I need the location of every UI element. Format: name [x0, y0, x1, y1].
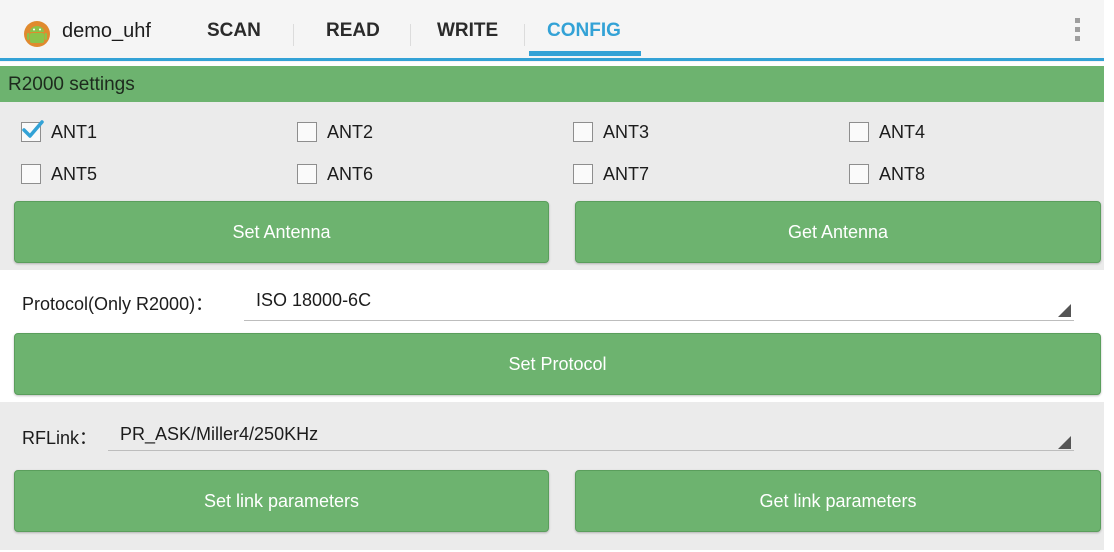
tab-divider	[524, 24, 525, 46]
tab-divider	[410, 24, 411, 46]
checkbox[interactable]	[21, 120, 44, 142]
checkbox[interactable]	[297, 164, 317, 184]
checkbox[interactable]	[849, 122, 869, 142]
r2000-settings-panel: R2000 settings ANT1 ANT2 ANT3 ANT4 ANT5 …	[0, 66, 1104, 270]
active-tab-indicator	[529, 51, 641, 56]
antenna-checkbox-ant6[interactable]: ANT6	[297, 160, 373, 188]
set-link-parameters-button[interactable]: Set link parameters	[14, 470, 549, 532]
tab-divider	[293, 24, 294, 46]
overflow-menu-icon[interactable]	[1074, 18, 1082, 48]
rflink-label: RFLink：	[22, 428, 98, 448]
antenna-label: ANT1	[51, 121, 98, 142]
antenna-checkbox-ant3[interactable]: ANT3	[573, 118, 649, 146]
antenna-label: ANT8	[879, 163, 926, 184]
set-antenna-button[interactable]: Set Antenna	[14, 201, 549, 263]
antenna-checkbox-ant4[interactable]: ANT4	[849, 118, 925, 146]
antenna-checkbox-ant1[interactable]: ANT1	[21, 118, 97, 146]
antenna-label: ANT2	[327, 121, 374, 142]
checkbox[interactable]	[21, 164, 41, 184]
get-antenna-button[interactable]: Get Antenna	[575, 201, 1101, 263]
android-app-icon	[24, 21, 50, 47]
checkbox[interactable]	[573, 122, 593, 142]
get-link-parameters-button[interactable]: Get link parameters	[575, 470, 1101, 532]
protocol-label: Protocol(Only R2000)：	[22, 294, 214, 314]
window-edge	[1104, 0, 1114, 552]
antenna-checkbox-ant8[interactable]: ANT8	[849, 160, 925, 188]
antenna-label: ANT6	[327, 163, 374, 184]
app-title: demo_uhf	[62, 20, 151, 42]
antenna-checkbox-ant2[interactable]: ANT2	[297, 118, 373, 146]
tab-read[interactable]: READ	[326, 20, 380, 42]
antenna-checkbox-ant5[interactable]: ANT5	[21, 160, 97, 188]
rflink-spinner[interactable]: PR_ASK/Miller4/250KHz	[120, 424, 318, 445]
section-title: R2000 settings	[8, 74, 135, 95]
section-header: R2000 settings	[0, 66, 1104, 102]
action-bar-divider	[0, 58, 1104, 61]
dropdown-arrow-icon[interactable]	[1058, 304, 1071, 317]
checkbox[interactable]	[297, 122, 317, 142]
dropdown-arrow-icon[interactable]	[1058, 436, 1071, 449]
antenna-label: ANT3	[603, 121, 650, 142]
antenna-label: ANT4	[879, 121, 926, 142]
antenna-label: ANT7	[603, 163, 650, 184]
tab-write[interactable]: WRITE	[437, 20, 498, 42]
checkbox[interactable]	[849, 164, 869, 184]
action-bar: demo_uhf SCAN READ WRITE CONFIG	[0, 0, 1114, 62]
checkbox[interactable]	[573, 164, 593, 184]
antenna-label: ANT5	[51, 163, 98, 184]
protocol-spinner-underline	[244, 320, 1074, 321]
checkmark-icon	[22, 120, 44, 138]
antenna-checkbox-ant7[interactable]: ANT7	[573, 160, 649, 188]
tab-config[interactable]: CONFIG	[547, 20, 621, 42]
rflink-spinner-underline	[108, 450, 1074, 451]
rflink-panel: RFLink： PR_ASK/Miller4/250KHz Set link p…	[0, 402, 1104, 550]
set-protocol-button[interactable]: Set Protocol	[14, 333, 1101, 395]
protocol-spinner[interactable]: ISO 18000-6C	[256, 290, 371, 311]
tab-scan[interactable]: SCAN	[207, 20, 261, 42]
